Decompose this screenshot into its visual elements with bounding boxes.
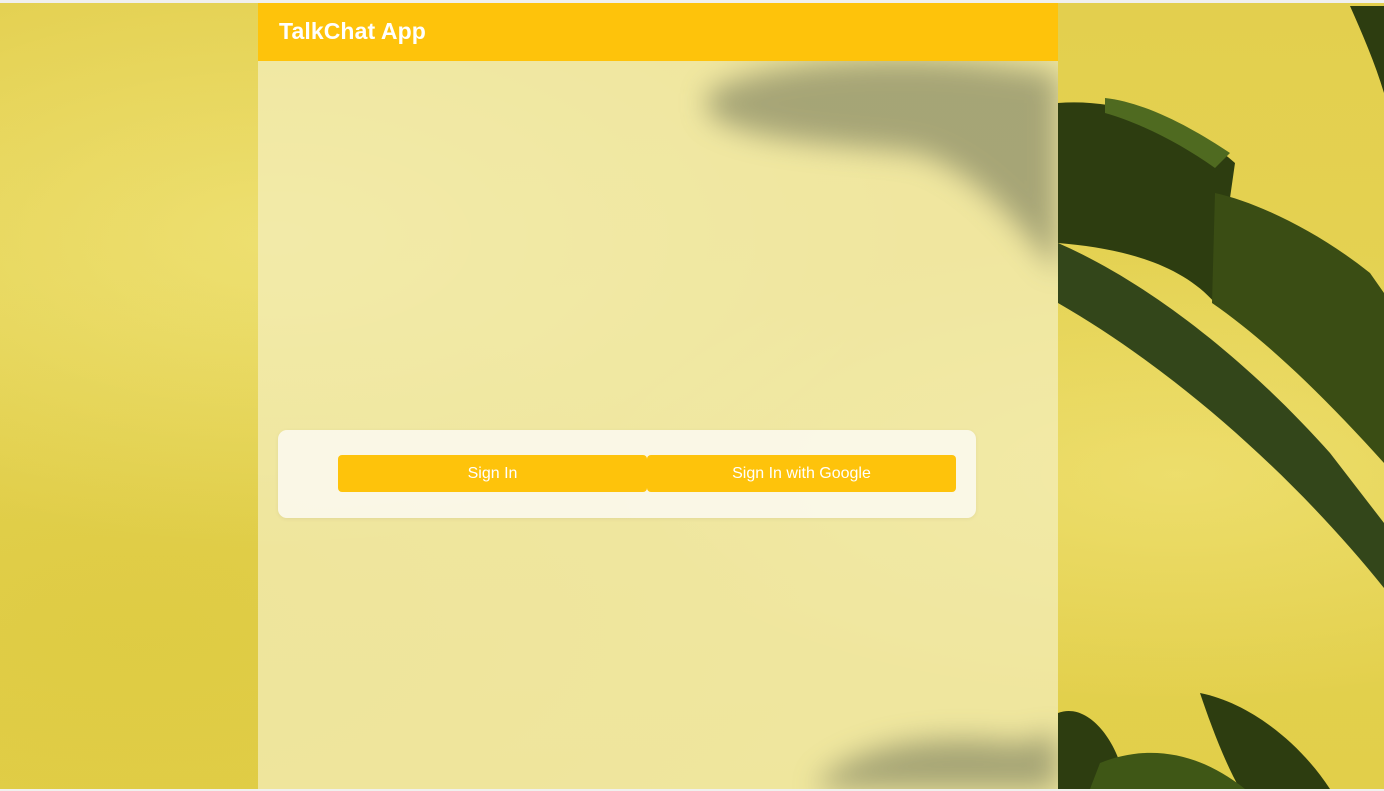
app-window: TalkChat App Sign In Sign In with Google <box>258 3 1058 789</box>
auth-card: Sign In Sign In with Google <box>278 430 976 518</box>
app-header: TalkChat App <box>258 3 1058 61</box>
sign-in-button[interactable]: Sign In <box>338 455 647 492</box>
google-sign-in-button[interactable]: Sign In with Google <box>647 455 956 492</box>
leaf-shadow-decoration <box>708 59 1058 789</box>
app-title: TalkChat App <box>279 18 426 44</box>
